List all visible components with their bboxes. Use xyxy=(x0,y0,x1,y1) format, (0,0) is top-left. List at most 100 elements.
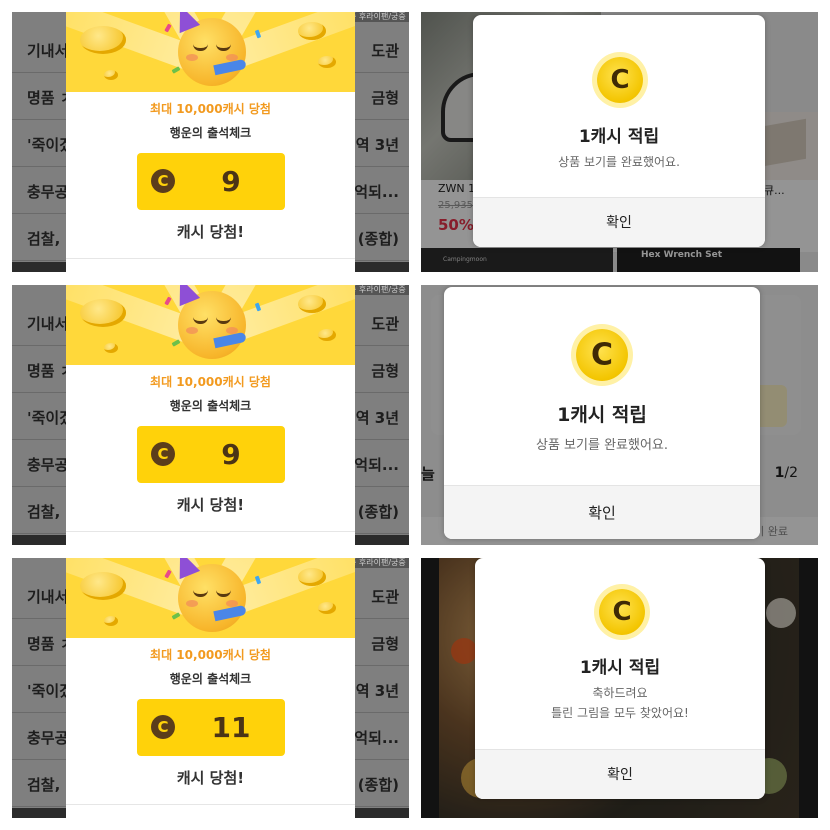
dialog-message-line2: 틀린 그림을 모두 찾았어요! xyxy=(551,706,689,720)
cash-panel-2: 늘 1/2 받기 완료 C 1캐시 적립 상품 보기를 완료했어요. 확인 xyxy=(421,285,818,545)
cash-dialog: C 1캐시 적립 상품 보기를 완료했어요. 확인 xyxy=(444,287,760,539)
attendance-subtitle: 행운의 출석체크 xyxy=(169,126,252,140)
confetti xyxy=(164,296,172,306)
news-right: 금형 xyxy=(371,362,399,380)
coin-icon xyxy=(298,295,326,313)
attendance-popup: 최대 10,000캐시 당첨 행운의 출석체크 C 9 캐시 당첨! xyxy=(66,12,355,272)
news-left: 기내서 xyxy=(27,42,69,60)
coin-symbol: C xyxy=(610,65,630,95)
confirm-button[interactable]: 확인 xyxy=(444,485,760,539)
news-right: 도관 xyxy=(371,588,399,606)
news-left: 검찰, ' xyxy=(27,503,71,521)
news-right: 역 3년 xyxy=(355,409,399,427)
party-horn-icon xyxy=(213,604,247,622)
prize-title: 최대 10,000캐시 당첨 xyxy=(150,375,271,389)
news-right: (종합) xyxy=(357,230,399,248)
coin-symbol: C xyxy=(590,337,614,373)
cash-coin-icon: C xyxy=(151,715,175,739)
coin-icon: C xyxy=(599,589,645,635)
coin-icon xyxy=(318,329,336,341)
news-right: 역 3년 xyxy=(355,136,399,154)
coin-icon xyxy=(298,22,326,40)
cash-result-text: 캐시 당첨! xyxy=(176,223,245,241)
eye xyxy=(216,317,231,324)
cash-amount-box: C 11 xyxy=(137,699,285,756)
attendance-header-banner xyxy=(66,285,355,365)
dialog-message-line1: 축하드려요 xyxy=(592,686,648,700)
cash-result-text: 캐시 당첨! xyxy=(176,496,245,514)
dialog-message: 상품 보기를 완료했어요. xyxy=(558,155,680,169)
prize-title: 최대 10,000캐시 당첨 xyxy=(150,648,271,662)
eye xyxy=(193,590,208,597)
news-left: 기내서 xyxy=(27,315,69,333)
eye xyxy=(216,44,231,51)
cheek xyxy=(186,327,198,334)
news-left: 검찰, ' xyxy=(27,776,71,794)
party-face-icon xyxy=(169,558,247,632)
confetti xyxy=(171,66,181,74)
coin-icon xyxy=(80,26,126,54)
coin-icon xyxy=(318,602,336,614)
news-left: 기내서 xyxy=(27,588,69,606)
news-right: 금형 xyxy=(371,635,399,653)
news-top-label: 중 후라이팬/궁중 xyxy=(349,285,409,295)
divider xyxy=(66,258,355,259)
news-right: 금형 xyxy=(371,89,399,107)
coin-icon xyxy=(80,572,126,600)
attendance-popup: 최대 10,000캐시 당첨 행운의 출석체크 C 9 캐시 당첨! xyxy=(66,285,355,545)
eye xyxy=(193,317,208,324)
news-right: 억되... xyxy=(354,183,399,201)
news-right: 억되... xyxy=(354,729,399,747)
news-top-label: 중 후라이팬/궁중 xyxy=(349,558,409,568)
attendance-panel-3: 중 후라이팬/궁중 기내서 도관 명품 ㅈ 금형 '죽이겠 역 3년 충무공 억되...… xyxy=(12,558,409,818)
coin-icon xyxy=(104,343,118,353)
cash-coin-icon: C xyxy=(151,169,175,193)
confirm-button[interactable]: 확인 xyxy=(475,749,765,799)
coin-icon xyxy=(104,70,118,80)
cash-amount: 9 xyxy=(221,438,241,471)
party-face-icon xyxy=(169,285,247,359)
cash-dialog: C 1캐시 적립 상품 보기를 완료했어요. 확인 xyxy=(473,15,765,247)
cash-amount: 11 xyxy=(211,711,251,744)
news-right: (종합) xyxy=(357,503,399,521)
coin-icon xyxy=(318,56,336,68)
attendance-popup: 최대 10,000캐시 당첨 행운의 출석체크 C 11 캐시 당첨! xyxy=(66,558,355,818)
cash-amount-box: C 9 xyxy=(137,426,285,483)
eye xyxy=(193,44,208,51)
cash-result-text: 캐시 당첨! xyxy=(176,769,245,787)
news-left: 충무공 xyxy=(27,183,69,201)
prize-title: 최대 10,000캐시 당첨 xyxy=(150,102,271,116)
cash-panel-1: ZWN 1 25,935 50% 큐... Campingmoon Hex Wr… xyxy=(421,12,818,272)
cash-amount-box: C 9 xyxy=(137,153,285,210)
coin-icon xyxy=(104,616,118,626)
confirm-button[interactable]: 확인 xyxy=(473,197,765,247)
news-right: 억되... xyxy=(354,456,399,474)
attendance-header-banner xyxy=(66,558,355,638)
cash-dialog: C 1캐시 적립 축하드려요 틀린 그림을 모두 찾았어요! 확인 xyxy=(475,558,765,799)
cash-coin-icon: C xyxy=(151,442,175,466)
news-right: 역 3년 xyxy=(355,682,399,700)
news-top-label: 중 후라이팬/궁중 xyxy=(349,12,409,22)
dialog-title: 1캐시 적립 xyxy=(579,658,661,678)
cheek xyxy=(186,54,198,61)
attendance-subtitle: 행운의 출석체크 xyxy=(169,399,252,413)
news-right: 도관 xyxy=(371,42,399,60)
news-left: 충무공 xyxy=(27,456,69,474)
news-right: 도관 xyxy=(371,315,399,333)
cash-panel-3: C 1캐시 적립 축하드려요 틀린 그림을 모두 찾았어요! 확인 xyxy=(421,558,818,818)
attendance-header-banner xyxy=(66,12,355,92)
dialog-title: 1캐시 적립 xyxy=(557,404,647,426)
confetti xyxy=(164,569,172,579)
confetti xyxy=(164,23,172,33)
confetti xyxy=(171,612,181,620)
party-face-icon xyxy=(169,12,247,86)
coin-symbol: C xyxy=(612,597,632,627)
cheek xyxy=(186,600,198,607)
attendance-panel-1: 중 후라이팬/궁중 기내서 도관 명품 ㅈ 금형 '죽이겠 역 3년 충무공 억되...… xyxy=(12,12,409,272)
party-horn-icon xyxy=(213,58,247,76)
eye xyxy=(216,590,231,597)
party-horn-icon xyxy=(213,331,247,349)
attendance-subtitle: 행운의 출석체크 xyxy=(169,672,252,686)
dialog-message: 상품 보기를 완료했어요. xyxy=(536,438,668,453)
attendance-panel-2: 중 후라이팬/궁중 기내서 도관 명품 ㅈ 금형 '죽이겠 역 3년 충무공 억되...… xyxy=(12,285,409,545)
